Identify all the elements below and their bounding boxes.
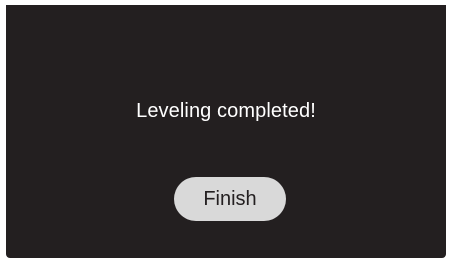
device-screen: Leveling completed! Finish — [6, 5, 446, 258]
finish-button[interactable]: Finish — [174, 177, 286, 221]
leveling-complete-message: Leveling completed! — [136, 100, 316, 122]
